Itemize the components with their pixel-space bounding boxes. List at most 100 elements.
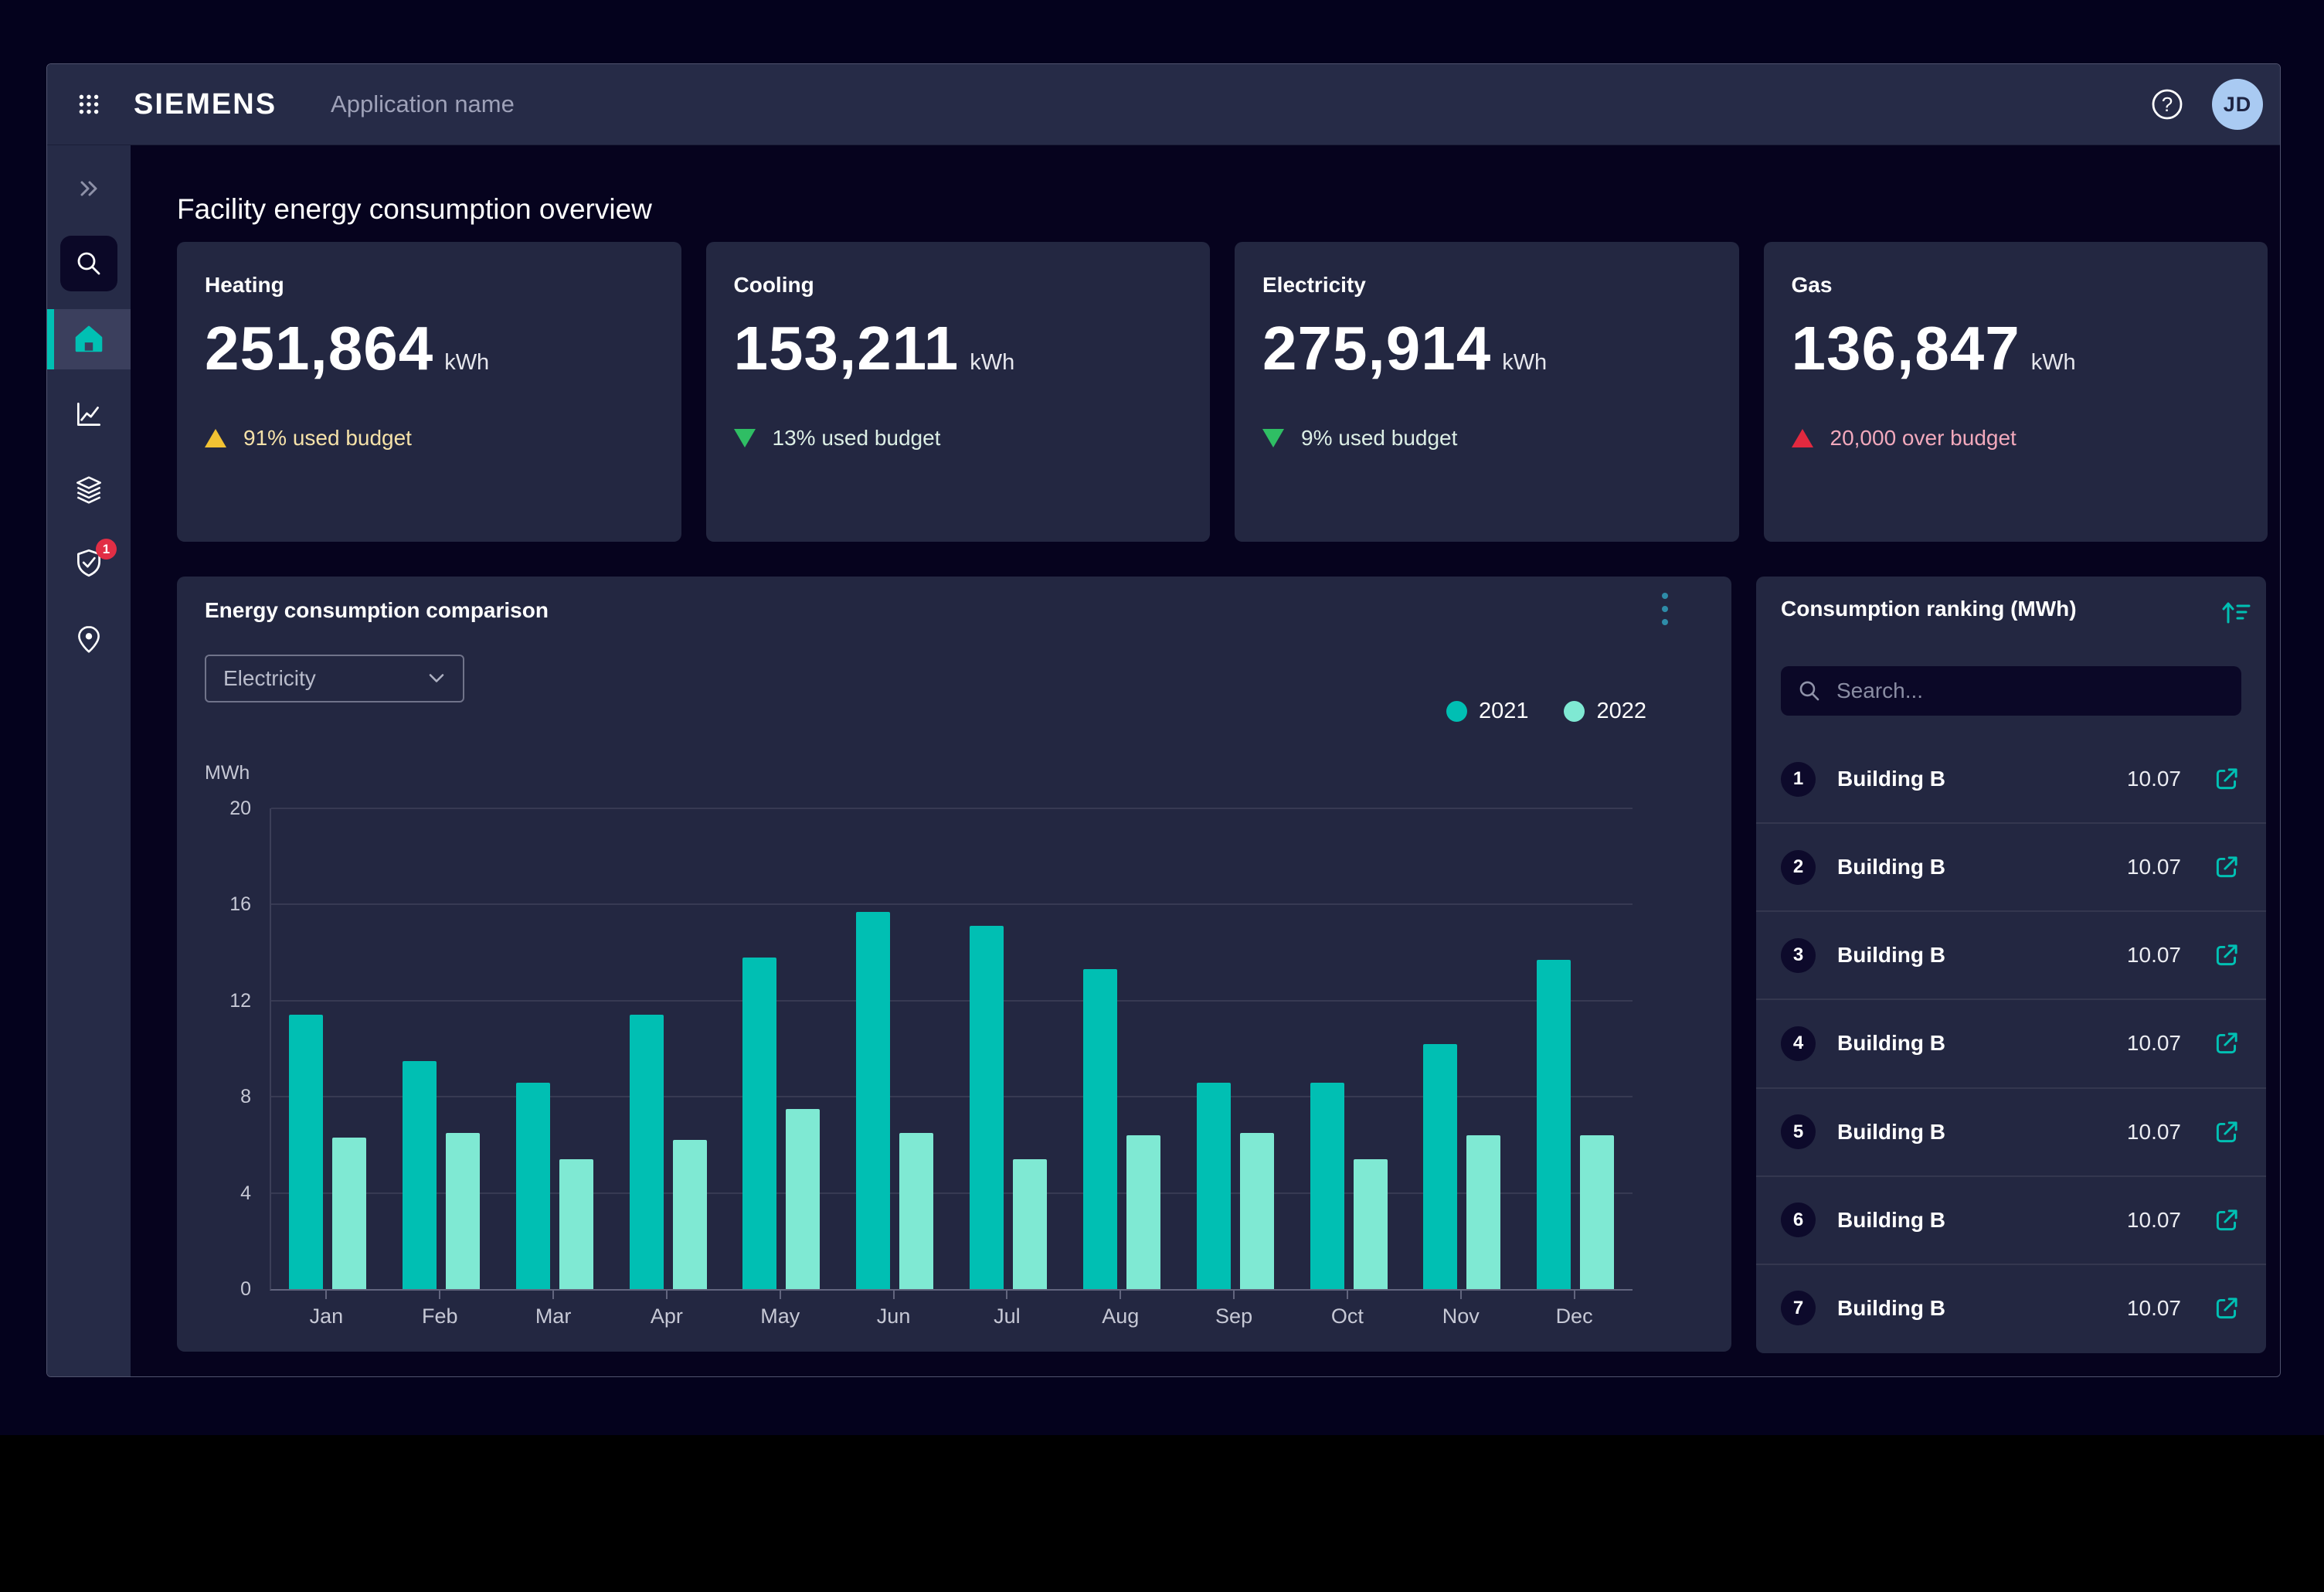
- kpi-status: 13% used budget: [734, 426, 941, 451]
- sidebar-item-home[interactable]: [47, 309, 131, 369]
- bar-2022-sep[interactable]: [1240, 1133, 1274, 1289]
- bar-2022-jul[interactable]: [1013, 1159, 1047, 1289]
- open-detail-button[interactable]: [2212, 1206, 2241, 1235]
- kpi-unit: kWh: [970, 350, 1014, 376]
- bar-2022-jan[interactable]: [332, 1138, 366, 1289]
- bar-group-mar: [498, 808, 612, 1289]
- consumption-value: 10.07: [2127, 855, 2181, 879]
- open-detail-button[interactable]: [2212, 1117, 2241, 1147]
- chart-panel-title: Energy consumption comparison: [205, 598, 549, 623]
- bar-2021-jan[interactable]: [289, 1015, 323, 1289]
- kpi-card-electricity: Electricity275,914kWh9% used budget: [1235, 242, 1739, 542]
- bar-2021-nov[interactable]: [1423, 1044, 1457, 1289]
- bar-group-oct: [1293, 808, 1406, 1289]
- search-icon: [1796, 678, 1823, 704]
- bar-2021-apr[interactable]: [630, 1015, 664, 1289]
- bar-2021-mar[interactable]: [516, 1083, 550, 1289]
- bar-2022-dec[interactable]: [1580, 1135, 1614, 1289]
- bar-2022-apr[interactable]: [673, 1140, 707, 1289]
- kpi-value: 153,211: [734, 313, 960, 384]
- kpi-title: Electricity: [1262, 273, 1366, 298]
- kpi-value-row: 251,864kWh: [205, 313, 489, 384]
- ranking-row-2[interactable]: 2Building B10.07: [1756, 822, 2266, 910]
- x-axis-label-oct: Oct: [1291, 1305, 1405, 1328]
- external-link-icon: [2212, 852, 2241, 882]
- app-launcher-grid-icon[interactable]: [72, 87, 106, 121]
- x-axis-label-jun: Jun: [837, 1305, 950, 1328]
- bar-2022-mar[interactable]: [559, 1159, 593, 1289]
- x-axis-label-mar: Mar: [497, 1305, 610, 1328]
- bar-2021-jul[interactable]: [970, 926, 1004, 1289]
- rank-number-badge: 5: [1781, 1114, 1816, 1149]
- bar-2021-jun[interactable]: [856, 912, 890, 1289]
- bar-2021-oct[interactable]: [1310, 1083, 1344, 1289]
- ranking-row-5[interactable]: 5Building B10.07: [1756, 1087, 2266, 1175]
- bar-2021-dec[interactable]: [1537, 960, 1571, 1289]
- help-button[interactable]: ?: [2149, 86, 2186, 123]
- building-name: Building B: [1837, 1120, 1945, 1145]
- bar-2021-feb[interactable]: [403, 1061, 437, 1289]
- sidebar-item-analytics[interactable]: [47, 391, 131, 437]
- open-detail-button[interactable]: [2212, 764, 2241, 794]
- ranking-search-box: [1781, 666, 2241, 716]
- rank-number-badge: 2: [1781, 850, 1816, 885]
- ranking-row-1[interactable]: 1Building B10.07: [1756, 736, 2266, 822]
- sidebar-item-locations[interactable]: [47, 616, 131, 662]
- kpi-card-cooling: Cooling153,211kWh13% used budget: [706, 242, 1211, 542]
- x-axis-tick: [666, 1291, 668, 1299]
- y-tick-label: 16: [188, 893, 251, 916]
- external-link-icon: [2212, 941, 2241, 970]
- ranking-row-3[interactable]: 3Building B10.07: [1756, 910, 2266, 998]
- bar-2022-aug[interactable]: [1126, 1135, 1160, 1289]
- ranking-row-4[interactable]: 4Building B10.07: [1756, 998, 2266, 1087]
- kpi-unit: kWh: [444, 350, 489, 376]
- bar-2021-aug[interactable]: [1083, 969, 1117, 1289]
- sidebar-item-compliance[interactable]: 1: [47, 540, 131, 587]
- sidebar-item-layers[interactable]: [47, 466, 131, 512]
- external-link-icon: [2212, 1206, 2241, 1235]
- x-axis-tick: [1460, 1291, 1462, 1299]
- bar-2022-jun[interactable]: [899, 1133, 933, 1289]
- legend-dot-2021: [1446, 701, 1467, 722]
- x-axis-label-dec: Dec: [1517, 1305, 1631, 1328]
- rank-number-badge: 6: [1781, 1203, 1816, 1237]
- consumption-value: 10.07: [2127, 1031, 2181, 1056]
- open-detail-button[interactable]: [2212, 1294, 2241, 1323]
- kpi-status-text: 91% used budget: [243, 426, 412, 451]
- ranking-row-6[interactable]: 6Building B10.07: [1756, 1175, 2266, 1264]
- bar-2021-may[interactable]: [742, 958, 776, 1289]
- x-axis-label-apr: Apr: [610, 1305, 724, 1328]
- sidebar-item-search[interactable]: [60, 236, 117, 291]
- bar-2022-feb[interactable]: [446, 1133, 480, 1289]
- external-link-icon: [2212, 764, 2241, 794]
- bar-2021-sep[interactable]: [1197, 1083, 1231, 1289]
- building-name: Building B: [1837, 767, 1945, 791]
- bar-group-aug: [1065, 808, 1179, 1289]
- location-pin-icon: [73, 623, 105, 655]
- sidebar-expand-button[interactable]: [47, 173, 131, 204]
- help-icon: ?: [2149, 86, 2186, 123]
- home-icon: [71, 322, 107, 356]
- ranking-row-7[interactable]: 7Building B10.07: [1756, 1264, 2266, 1352]
- x-axis-tick: [780, 1291, 781, 1299]
- legend-label: 2021: [1479, 699, 1529, 724]
- sort-button[interactable]: [2214, 595, 2248, 629]
- x-axis-tick: [1006, 1291, 1007, 1299]
- energy-type-dropdown[interactable]: Electricity: [205, 655, 464, 702]
- open-detail-button[interactable]: [2212, 941, 2241, 970]
- rank-number-badge: 7: [1781, 1291, 1816, 1325]
- kpi-title: Heating: [205, 273, 284, 298]
- y-axis-unit-label: MWh: [205, 762, 250, 784]
- building-name: Building B: [1837, 1208, 1945, 1233]
- search-input[interactable]: [1835, 678, 2226, 704]
- user-avatar[interactable]: JD: [2212, 79, 2263, 130]
- bar-2022-may[interactable]: [786, 1109, 820, 1289]
- panel-options-button[interactable]: [1650, 589, 1680, 638]
- open-detail-button[interactable]: [2212, 852, 2241, 882]
- bar-group-jun: [838, 808, 952, 1289]
- bar-2022-oct[interactable]: [1354, 1159, 1388, 1289]
- bar-2022-nov[interactable]: [1466, 1135, 1500, 1289]
- kpi-value-row: 275,914kWh: [1262, 313, 1547, 384]
- y-tick-label: 8: [188, 1086, 251, 1108]
- open-detail-button[interactable]: [2212, 1029, 2241, 1058]
